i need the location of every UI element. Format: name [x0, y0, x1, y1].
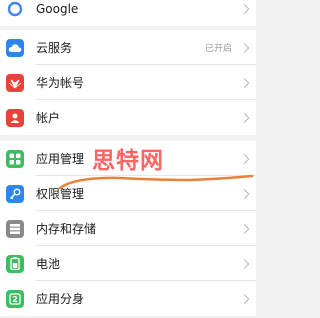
- settings-item-app-twin[interactable]: 2 应用分身: [0, 281, 256, 316]
- settings-item-label: Google: [36, 1, 79, 16]
- settings-group-account: 云服务 已开启 华为帐号 帐户: [0, 30, 256, 135]
- settings-group-google: Google: [0, 0, 256, 26]
- chevron-right-icon: [239, 258, 250, 269]
- account-icon: [6, 108, 24, 127]
- storage-icon: [6, 219, 24, 238]
- settings-item-label: 云服务: [36, 41, 73, 55]
- google-icon: [6, 0, 24, 18]
- chevron-right-icon: [239, 293, 250, 304]
- settings-item-google[interactable]: Google: [0, 0, 256, 26]
- huawei-icon: [6, 73, 24, 92]
- chevron-right-icon: [239, 223, 250, 234]
- chevron-right-icon: [239, 3, 250, 14]
- chevron-right-icon: [239, 42, 250, 53]
- settings-item-accounts[interactable]: 帐户: [0, 100, 256, 135]
- settings-item-huawei-id[interactable]: 华为帐号: [0, 65, 256, 100]
- cloud-status-value: 已开启: [204, 44, 232, 54]
- settings-item-label: 内存和存储: [36, 222, 97, 236]
- settings-item-label: 帐户: [36, 111, 61, 125]
- settings-item-storage[interactable]: 内存和存储: [0, 211, 256, 246]
- settings-item-label: 电池: [36, 257, 61, 271]
- cloud-icon: [6, 38, 24, 57]
- settings-item-cloud[interactable]: 云服务 已开启: [0, 30, 256, 65]
- battery-icon: [6, 254, 24, 273]
- chevron-right-icon: [239, 188, 250, 199]
- chevron-right-icon: [239, 77, 250, 88]
- annotation-underline: [58, 174, 254, 190]
- svg-text:2: 2: [12, 295, 18, 304]
- app-twin-icon: 2: [6, 289, 24, 308]
- settings-item-label: 华为帐号: [36, 76, 85, 90]
- chevron-right-icon: [239, 112, 250, 123]
- settings-item-label: 应用分身: [36, 292, 85, 306]
- settings-item-battery[interactable]: 电池: [0, 246, 256, 281]
